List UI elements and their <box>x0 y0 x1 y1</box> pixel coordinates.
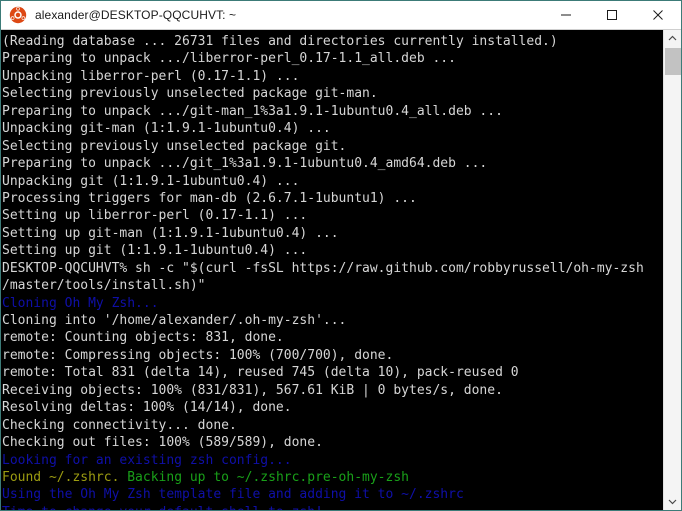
terminal-line: Setting up git-man (1:1.9.1-1ubuntu0.4) … <box>2 225 663 242</box>
terminal-line-segment: Backing up to ~/.zshrc.pre-oh-my-zsh <box>119 469 409 485</box>
minimize-button[interactable] <box>543 1 589 29</box>
terminal-line-text: remote: Total 831 (delta 14), reused 745… <box>2 365 519 381</box>
terminal-line-text: Setting up git-man (1:1.9.1-1ubuntu0.4) … <box>2 225 339 241</box>
terminal-line: Selecting previously unselected package … <box>2 85 663 102</box>
terminal-line-text: Preparing to unpack .../liberror-perl_0.… <box>2 51 456 67</box>
terminal-line: Checking connectivity... done. <box>2 417 663 434</box>
terminal-output-area[interactable]: (Reading database ... 26731 files and di… <box>1 30 663 510</box>
terminal-line: Time to change your default shell to zsh… <box>2 504 663 510</box>
terminal-line-segment: Found ~/.zshrc. <box>2 469 120 485</box>
terminal-line-text: Time to change your default shell to zsh… <box>2 505 323 510</box>
terminal-line-text: Selecting previously unselected package … <box>2 86 378 102</box>
terminal-text: (Reading database ... 26731 files and di… <box>2 33 663 510</box>
terminal-line: Preparing to unpack .../liberror-perl_0.… <box>2 50 663 67</box>
terminal-line-text: Preparing to unpack .../git-man_1%3a1.9.… <box>2 103 503 119</box>
terminal-line-text: Setting up git (1:1.9.1-1ubuntu0.4) ... <box>2 243 308 259</box>
terminal-line-text: Preparing to unpack .../git_1%3a1.9.1-1u… <box>2 156 488 172</box>
terminal-line-text: Setting up liberror-perl (0.17-1.1) ... <box>2 208 308 224</box>
terminal-line: Receiving objects: 100% (831/831), 567.6… <box>2 382 663 399</box>
terminal-line-text: /master/tools/install.sh)" <box>2 278 206 294</box>
terminal-line: Cloning into '/home/alexander/.oh-my-zsh… <box>2 312 663 329</box>
terminal-line-text: Unpacking git-man (1:1.9.1-1ubuntu0.4) .… <box>2 121 331 137</box>
terminal-line-text: Resolving deltas: 100% (14/14), done. <box>2 400 292 416</box>
title-bar[interactable]: alexander@DESKTOP-QQCUHVT: ~ <box>1 1 681 30</box>
terminal-line-text: (Reading database ... 26731 files and di… <box>2 34 558 49</box>
scroll-up-arrow-icon[interactable] <box>664 30 681 47</box>
terminal-line-text: Cloning into '/home/alexander/.oh-my-zsh… <box>2 313 347 328</box>
terminal-line: Checking out files: 100% (589/589), done… <box>2 434 663 451</box>
terminal-line: remote: Counting objects: 831, done. <box>2 329 663 346</box>
terminal-line: Unpacking liberror-perl (0.17-1.1) ... <box>2 68 663 85</box>
terminal-line: Setting up liberror-perl (0.17-1.1) ... <box>2 207 663 224</box>
maximize-button[interactable] <box>589 1 635 29</box>
terminal-line: Preparing to unpack .../git_1%3a1.9.1-1u… <box>2 155 663 172</box>
terminal-line-text: remote: Counting objects: 831, done. <box>2 330 284 346</box>
terminal-line: Setting up git (1:1.9.1-1ubuntu0.4) ... <box>2 242 663 259</box>
terminal-line: remote: Compressing objects: 100% (700/7… <box>2 347 663 364</box>
terminal-line: Looking for an existing zsh config... <box>2 452 663 469</box>
scrollbar-thumb[interactable] <box>665 48 681 75</box>
terminal-line-text: Looking for an existing zsh config... <box>2 452 292 468</box>
terminal-line-text: DESKTOP-QQCUHVT% sh -c "$(curl -fsSL htt… <box>2 260 644 276</box>
terminal-line-text: Unpacking git (1:1.9.1-1ubuntu0.4) ... <box>2 173 300 189</box>
terminal-line-text: Checking connectivity... done. <box>2 417 237 433</box>
terminal-line: Resolving deltas: 100% (14/14), done. <box>2 399 663 416</box>
ubuntu-logo-icon <box>9 6 27 24</box>
terminal-line: Preparing to unpack .../git-man_1%3a1.9.… <box>2 103 663 120</box>
terminal-line-text: Selecting previously unselected package … <box>2 138 347 154</box>
vertical-scrollbar[interactable] <box>663 30 681 510</box>
terminal-line: Unpacking git (1:1.9.1-1ubuntu0.4) ... <box>2 173 663 190</box>
terminal-line-text: Checking out files: 100% (589/589), done… <box>2 435 323 451</box>
terminal-line: (Reading database ... 26731 files and di… <box>2 33 663 50</box>
scrollbar-track[interactable] <box>664 75 681 493</box>
terminal-line: Processing triggers for man-db (2.6.7.1-… <box>2 190 663 207</box>
window-title: alexander@DESKTOP-QQCUHVT: ~ <box>35 8 237 22</box>
close-button[interactable] <box>635 1 681 29</box>
terminal-line-text: Processing triggers for man-db (2.6.7.1-… <box>2 190 417 206</box>
terminal-line-text: Unpacking liberror-perl (0.17-1.1) ... <box>2 68 300 84</box>
terminal-line: Using the Oh My Zsh template file and ad… <box>2 486 663 503</box>
terminal-line: DESKTOP-QQCUHVT% sh -c "$(curl -fsSL htt… <box>2 260 663 277</box>
terminal-line: Selecting previously unselected package … <box>2 138 663 155</box>
terminal-line-text: remote: Compressing objects: 100% (700/7… <box>2 347 394 363</box>
terminal-line-text: Receiving objects: 100% (831/831), 567.6… <box>2 382 503 398</box>
terminal-line: Cloning Oh My Zsh... <box>2 295 663 312</box>
terminal-line: Found ~/.zshrc. Backing up to ~/.zshrc.p… <box>2 469 663 486</box>
terminal-line: /master/tools/install.sh)" <box>2 277 663 294</box>
terminal-line: remote: Total 831 (delta 14), reused 745… <box>2 364 663 381</box>
terminal-line-text: Using the Oh My Zsh template file and ad… <box>2 487 464 503</box>
scroll-down-arrow-icon[interactable] <box>664 493 681 510</box>
terminal-window: alexander@DESKTOP-QQCUHVT: ~ (Reading da… <box>0 0 682 511</box>
terminal-line: Unpacking git-man (1:1.9.1-1ubuntu0.4) .… <box>2 120 663 137</box>
terminal-line-text: Cloning Oh My Zsh... <box>2 295 159 311</box>
